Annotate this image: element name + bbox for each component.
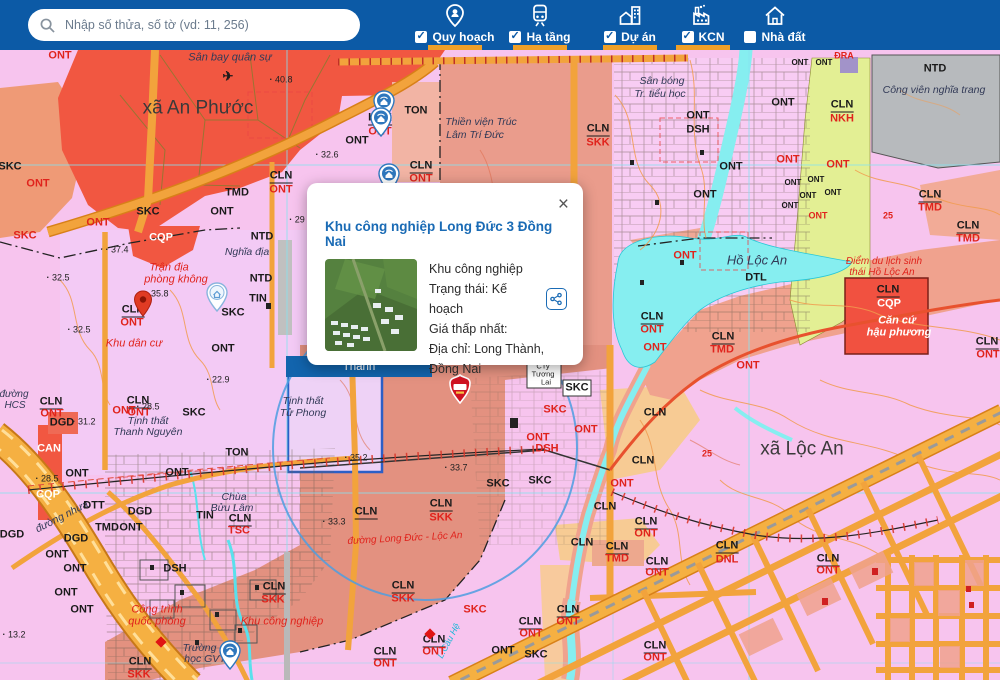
- thumbnail-image: [325, 259, 417, 351]
- tab-label: KCN: [699, 30, 725, 44]
- active-tab-indicator: [603, 45, 657, 50]
- checkbox-quy-hoach[interactable]: [415, 31, 427, 43]
- train-icon: [527, 3, 553, 29]
- search-box[interactable]: [28, 9, 360, 41]
- tab-label: Dự án: [621, 30, 656, 44]
- active-tab-indicator: [676, 45, 730, 50]
- share-button[interactable]: [546, 288, 567, 310]
- tab-label: Nhà đất: [761, 30, 805, 44]
- search-icon: [40, 18, 55, 33]
- checkbox-du-an[interactable]: [604, 31, 616, 43]
- popup-type: Khu công nghiệp: [429, 259, 567, 279]
- house-icon: [762, 3, 788, 29]
- tab-quy-hoach[interactable]: Quy hoạch: [410, 0, 500, 50]
- checkbox-ha-tang[interactable]: [509, 31, 521, 43]
- tab-label: Hạ tầng: [526, 30, 570, 44]
- search-input[interactable]: [63, 17, 348, 33]
- zone-cemetery: [872, 55, 1000, 168]
- satellite-thumbnail[interactable]: [325, 259, 417, 351]
- popup-address: Địa chỉ: Long Thành, Đồng Nai: [429, 339, 557, 379]
- popup-title: Khu công nghiệp Long Đức 3 Đồng Nai: [325, 219, 567, 249]
- tab-label: Quy hoạch: [432, 30, 494, 44]
- share-icon: [549, 292, 563, 306]
- zone-can-cu: [845, 278, 928, 354]
- popup-price: Giá thấp nhất:: [429, 319, 567, 339]
- land-map-app: ONTSân bay quân sự✈40.8xã An PhướcHNKONT…: [0, 0, 1000, 680]
- info-popup: × Khu công nghiệp Long Đức 3 Đồng Nai: [307, 183, 583, 365]
- planning-pin-icon: [442, 3, 468, 29]
- buildings-icon: [617, 3, 643, 29]
- top-navigation-bar: Quy hoạch Hạ tầng: [0, 0, 1000, 50]
- tab-ha-tang[interactable]: Hạ tầng: [495, 0, 585, 50]
- popup-status: Trạng thái: Kế hoạch: [429, 279, 540, 319]
- factory-icon: [690, 3, 716, 29]
- checkbox-kcn[interactable]: [682, 31, 694, 43]
- close-icon[interactable]: ×: [558, 195, 569, 214]
- active-tab-indicator: [513, 45, 567, 50]
- active-tab-indicator: [428, 45, 482, 50]
- checkbox-nha-dat[interactable]: [744, 31, 756, 43]
- tab-nha-dat[interactable]: Nhà đất: [730, 0, 820, 50]
